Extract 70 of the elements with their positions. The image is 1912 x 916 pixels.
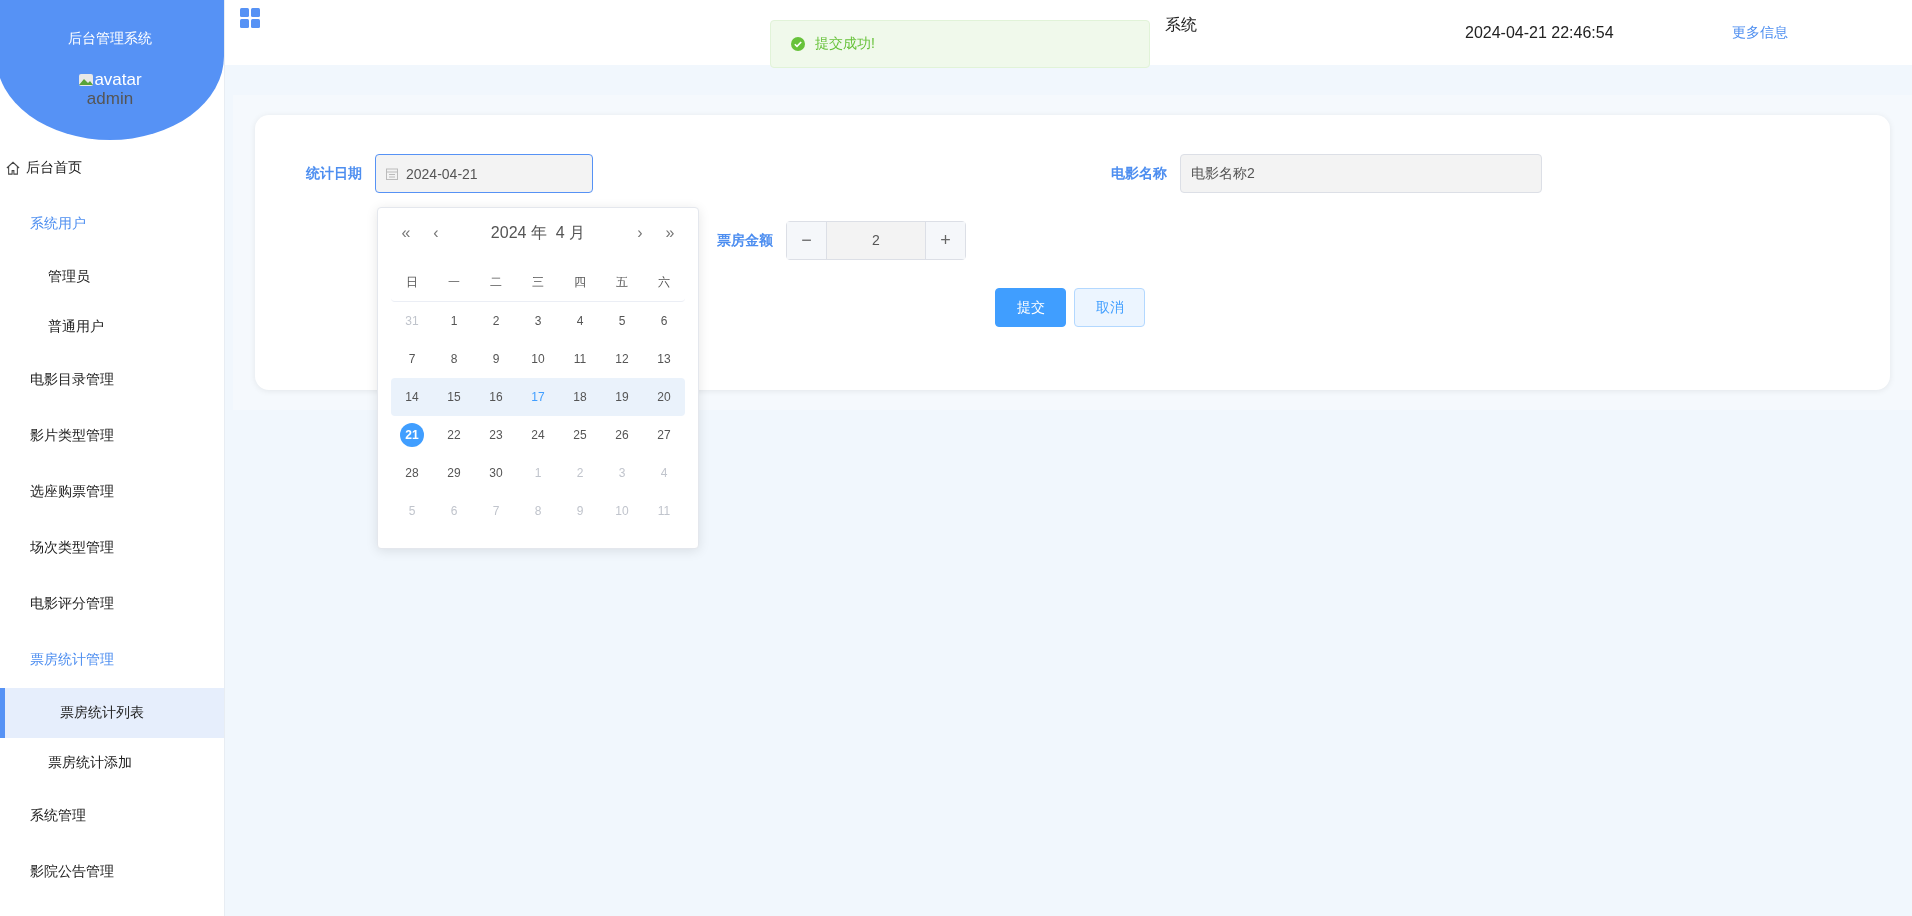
calendar-day[interactable]: 23 — [484, 423, 508, 447]
calendar-day[interactable]: 10 — [526, 347, 550, 371]
grid-icon[interactable] — [240, 7, 260, 28]
weekday-label: 六 — [657, 274, 671, 291]
header-title: 系统 — [1165, 15, 1197, 35]
calendar-title: 2024 年 4 月 — [489, 222, 587, 243]
prev-month-button[interactable]: ‹ — [421, 224, 451, 242]
calendar-day[interactable]: 4 — [568, 309, 592, 333]
nav-subitem[interactable]: 管理员 — [0, 252, 224, 302]
weekday-label: 三 — [531, 274, 545, 291]
prev-year-button[interactable]: « — [391, 224, 421, 242]
nav-subitem[interactable]: 票房统计列表 — [0, 688, 224, 738]
calendar-day[interactable]: 29 — [442, 461, 466, 485]
calendar-day[interactable]: 3 — [526, 309, 550, 333]
avatar-image: avatar — [78, 70, 142, 90]
home-icon — [6, 161, 20, 175]
nav-item[interactable]: 影片类型管理 — [0, 408, 224, 464]
decrement-button[interactable]: − — [787, 222, 827, 259]
nav-item[interactable]: 电影目录管理 — [0, 352, 224, 408]
calendar-day[interactable]: 14 — [400, 385, 424, 409]
calendar-day[interactable]: 26 — [610, 423, 634, 447]
next-month-button[interactable]: › — [625, 224, 655, 242]
nav-item[interactable]: 场次类型管理 — [0, 520, 224, 576]
system-title: 后台管理系统 — [68, 30, 152, 48]
weekday-label: 二 — [489, 274, 503, 291]
calendar-day[interactable]: 7 — [400, 347, 424, 371]
nav-subitem[interactable]: 票房统计添加 — [0, 738, 224, 788]
next-year-button[interactable]: » — [655, 224, 685, 242]
toast-message: 提交成功! — [815, 35, 875, 53]
calendar-day[interactable]: 11 — [568, 347, 592, 371]
calendar-day[interactable]: 9 — [484, 347, 508, 371]
calendar-day[interactable]: 15 — [442, 385, 466, 409]
weekday-label: 五 — [615, 274, 629, 291]
calendar-day[interactable]: 8 — [442, 347, 466, 371]
nav-item[interactable]: 后台首页 — [0, 140, 224, 196]
calendar-day[interactable]: 5 — [610, 309, 634, 333]
weekday-label: 日 — [405, 274, 419, 291]
field-label: 票房金额 — [716, 231, 774, 250]
calendar-day[interactable]: 25 — [568, 423, 592, 447]
datetime: 2024-04-21 22:46:54 — [1465, 23, 1614, 42]
increment-button[interactable]: + — [925, 222, 965, 259]
calendar-day[interactable]: 28 — [400, 461, 424, 485]
nav-item[interactable]: 电影评分管理 — [0, 576, 224, 632]
calendar-day[interactable]: 27 — [652, 423, 676, 447]
check-circle-icon — [791, 37, 805, 51]
weekday-label: 一 — [447, 274, 461, 291]
nav-item[interactable]: 影院公告管理 — [0, 844, 224, 900]
movie-name-field[interactable]: 电影名称2 — [1180, 154, 1542, 193]
calendar-day[interactable]: 1 — [442, 309, 466, 333]
calendar-day[interactable]: 20 — [652, 385, 676, 409]
calendar-day[interactable]: 24 — [526, 423, 550, 447]
date-field[interactable]: 2024-04-21 — [375, 154, 593, 193]
calendar-day[interactable]: 30 — [484, 461, 508, 485]
nav-item[interactable]: 选座购票管理 — [0, 464, 224, 520]
calendar-day[interactable]: 6 — [652, 309, 676, 333]
field-label: 统计日期 — [305, 164, 363, 183]
calendar-day[interactable]: 16 — [484, 385, 508, 409]
username: admin — [86, 90, 134, 108]
number-field[interactable]: − 2 + — [786, 221, 966, 260]
calendar-day[interactable]: 12 — [610, 347, 634, 371]
calendar-day[interactable]: 2 — [484, 309, 508, 333]
weekday-label: 四 — [573, 274, 587, 291]
calendar-day[interactable]: 19 — [610, 385, 634, 409]
nav-item[interactable]: 系统管理 — [0, 788, 224, 844]
calendar-day[interactable]: 22 — [442, 423, 466, 447]
calendar-day[interactable]: 13 — [652, 347, 676, 371]
calendar-day[interactable]: 18 — [568, 385, 592, 409]
nav-subitem[interactable]: 普通用户 — [0, 302, 224, 352]
field-label: 电影名称 — [1110, 164, 1168, 183]
calendar-icon — [386, 167, 398, 180]
